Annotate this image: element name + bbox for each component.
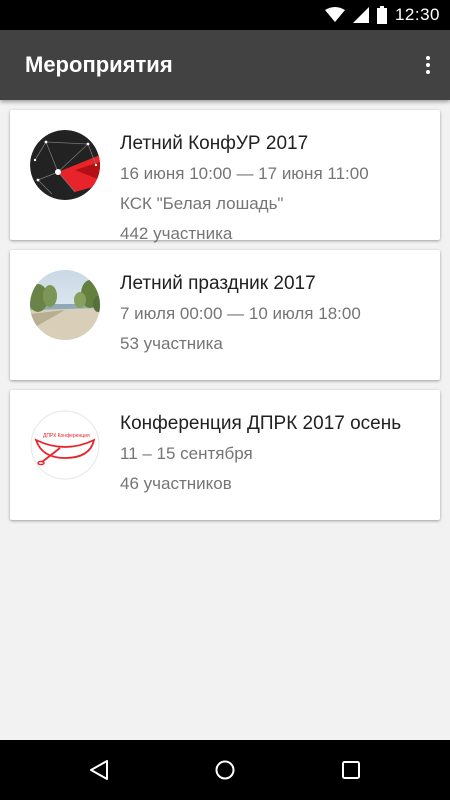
- event-thumbnail: ДПРК Конференция: [30, 410, 100, 480]
- event-dates: 16 июня 10:00 — 17 июня 11:00: [120, 164, 369, 183]
- event-card[interactable]: Летний праздник 2017 7 июля 00:00 — 10 и…: [10, 250, 440, 380]
- event-thumbnail: [30, 270, 100, 340]
- beach-photo: [30, 270, 100, 340]
- event-details: Летний праздник 2017 7 июля 00:00 — 10 и…: [120, 270, 430, 360]
- status-bar: 12:30: [0, 0, 450, 30]
- event-thumbnail: [30, 130, 100, 200]
- dprk-boat-logo: ДПРК Конференция: [30, 410, 100, 480]
- wifi-icon: [324, 7, 345, 22]
- back-icon: [90, 760, 108, 780]
- recents-button[interactable]: [321, 740, 381, 800]
- event-card[interactable]: Летний КонфУР 2017 16 июня 10:00 — 17 ию…: [10, 110, 440, 243]
- event-location: КСК "Белая лошадь": [120, 194, 284, 213]
- event-details: Летний КонфУР 2017 16 июня 10:00 — 17 ию…: [120, 130, 430, 250]
- event-dates: 7 июля 00:00 — 10 июля 18:00: [120, 304, 361, 323]
- home-button[interactable]: [195, 740, 255, 800]
- page-title: Мероприятия: [25, 52, 173, 77]
- home-icon: [215, 760, 235, 780]
- event-title: Летний КонфУР 2017: [120, 133, 309, 154]
- event-list: Летний КонфУР 2017 16 июня 10:00 — 17 ию…: [10, 110, 440, 530]
- more-vert-icon[interactable]: [420, 50, 436, 80]
- event-participants: 442 участника: [120, 224, 233, 243]
- event-participants: 53 участника: [120, 334, 223, 353]
- app-bar: Мероприятия: [0, 30, 450, 100]
- konfur-logo: [30, 130, 100, 200]
- battery-icon: [376, 6, 387, 24]
- event-dates: 11 – 15 сентября: [120, 444, 253, 463]
- event-title: Конференция ДПРК 2017 осень: [120, 413, 402, 434]
- event-participants: 46 участников: [120, 474, 232, 493]
- svg-text:ДПРК Конференция: ДПРК Конференция: [43, 433, 90, 439]
- event-card[interactable]: ДПРК Конференция Конференция ДПРК 2017 о…: [10, 390, 440, 520]
- system-nav-bar: [0, 740, 450, 800]
- status-icons: 12:30: [324, 0, 440, 30]
- recents-icon: [342, 761, 360, 779]
- status-time: 12:30: [394, 5, 440, 24]
- signal-icon: [352, 7, 369, 23]
- event-details: Конференция ДПРК 2017 осень 11 – 15 сент…: [120, 410, 430, 500]
- back-button[interactable]: [69, 740, 129, 800]
- event-title: Летний праздник 2017: [120, 273, 316, 294]
